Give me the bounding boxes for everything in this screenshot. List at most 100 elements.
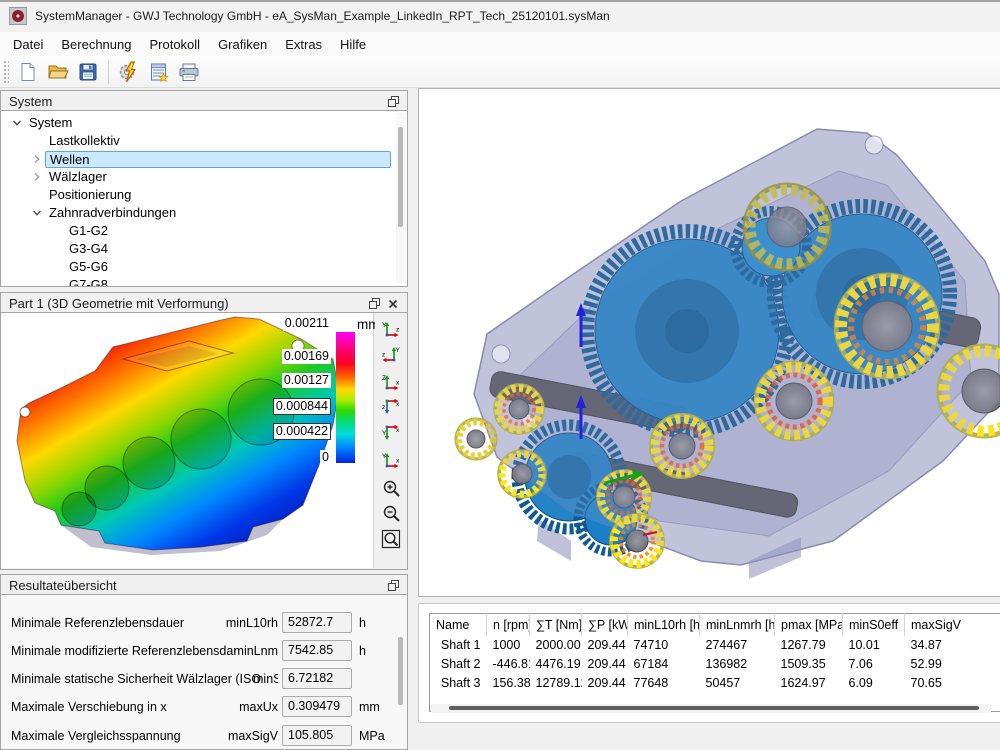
- col-n-rpm[interactable]: n [rpm]: [487, 614, 530, 636]
- toolbar-drag-handle[interactable]: [3, 60, 9, 84]
- col-mins0eff[interactable]: minS0eff: [843, 614, 905, 636]
- float-panel-icon[interactable]: [385, 94, 401, 109]
- system-panel-header: System: [0, 90, 408, 111]
- deformation-view-panel: 0.00211 0.00169 0.00127 0.000844 0.00042…: [0, 313, 408, 570]
- save-button[interactable]: [73, 58, 103, 86]
- new-file-icon: [18, 62, 38, 82]
- system-tree: System Lastkollektiv Wellen Wälzlager Po…: [0, 111, 408, 287]
- chevron-down-icon[interactable]: [29, 205, 45, 221]
- run-calculation-button[interactable]: [114, 58, 144, 86]
- col-sum-t[interactable]: ∑T [Nm]: [530, 614, 582, 636]
- selected-tree-item: Wellen: [45, 151, 391, 168]
- svg-text:Y: Y: [396, 347, 401, 354]
- float-panel-icon[interactable]: [366, 296, 382, 311]
- table-row-shaft1[interactable]: Shaft 1 1000 2000.00 209.44 74710 274467…: [430, 636, 1000, 655]
- menu-berechnung[interactable]: Berechnung: [52, 34, 140, 55]
- tree-item-waelzlager[interactable]: Wälzlager: [1, 168, 407, 186]
- print-icon: [178, 62, 200, 82]
- colorbar-label: 0.00127: [282, 373, 331, 388]
- menu-protokoll[interactable]: Protokoll: [140, 34, 209, 55]
- tree-item-zahnradverbindungen[interactable]: Zahnradverbindungen: [1, 204, 407, 222]
- toolbar-separator: [108, 60, 109, 84]
- tree-item-g3-g4[interactable]: G3-G4: [1, 240, 407, 258]
- tree-item-system[interactable]: System: [1, 114, 407, 132]
- housing-front-face: [474, 129, 999, 565]
- app-window: SystemManager - GWJ Technology GmbH - eA…: [0, 0, 1000, 750]
- svg-text:Z: Z: [382, 375, 386, 382]
- deformation-3d-view[interactable]: 0.00211 0.00169 0.00127 0.000844 0.00042…: [1, 313, 374, 568]
- menu-datei[interactable]: Datei: [4, 34, 52, 55]
- tree-scrollbar[interactable]: [396, 113, 406, 283]
- open-file-button[interactable]: [43, 58, 73, 86]
- col-maxsigv[interactable]: maxSigV: [905, 614, 1000, 636]
- result-value-field: 7542.85: [282, 640, 352, 661]
- view-bottom-icon[interactable]: Yx: [380, 451, 402, 471]
- menu-hilfe[interactable]: Hilfe: [331, 34, 375, 55]
- svg-text:x: x: [396, 427, 400, 434]
- tree-item-wellen[interactable]: Wellen: [1, 150, 407, 168]
- zoom-fit-icon[interactable]: [380, 529, 402, 549]
- close-icon[interactable]: [385, 296, 401, 311]
- shaft-table-card: Name n [rpm] ∑T [Nm] ∑P [kW] minL10rh [h…: [418, 603, 1000, 723]
- colorbar-label: 0.00169: [282, 349, 331, 364]
- print-button[interactable]: [174, 58, 204, 86]
- title-bar: SystemManager - GWJ Technology GmbH - eA…: [0, 0, 1000, 30]
- svg-text:Y: Y: [382, 453, 387, 460]
- tree-item-positionierung[interactable]: Positionierung: [1, 186, 407, 204]
- menu-extras[interactable]: Extras: [276, 34, 331, 55]
- zoom-in-icon[interactable]: [380, 478, 402, 498]
- colorbar-label: 0: [320, 450, 331, 465]
- view-right-icon[interactable]: zx: [380, 396, 402, 416]
- report-button[interactable]: [144, 58, 174, 86]
- result-row: Minimale statische Sicherheit Wälzlager …: [1, 670, 407, 692]
- view-toolbar: Yz Yz Zx zx Yx Yx: [375, 313, 407, 568]
- table-header-row: Name n [rpm] ∑T [Nm] ∑P [kW] minL10rh [h…: [430, 614, 1000, 636]
- part1-panel-title: Part 1 (3D Geometrie mit Verformung): [9, 296, 229, 311]
- chevron-down-icon[interactable]: [9, 115, 25, 131]
- tree-item-lastkollektiv[interactable]: Lastkollektiv: [1, 132, 407, 150]
- app-icon: [9, 7, 27, 25]
- svg-text:Y: Y: [382, 430, 387, 437]
- new-file-button[interactable]: [13, 58, 43, 86]
- result-row: Minimale modifizierte Referenzlebensdaue…: [1, 642, 407, 664]
- float-panel-icon[interactable]: [385, 578, 401, 593]
- svg-text:z: z: [382, 404, 385, 411]
- result-value-field: 6.72182: [282, 668, 352, 689]
- col-minl10rh[interactable]: minL10rh [h]: [628, 614, 700, 636]
- result-value-field: 0.309479: [282, 696, 352, 717]
- view-left-icon[interactable]: Zx: [380, 373, 402, 393]
- save-icon: [78, 62, 98, 82]
- chevron-right-icon[interactable]: [29, 151, 45, 167]
- colorbar-label: 0.00211: [283, 316, 331, 331]
- calculate-icon: [118, 61, 140, 83]
- result-value-field: 52872.7: [282, 612, 352, 633]
- svg-text:x: x: [396, 401, 400, 408]
- svg-text:x: x: [396, 458, 400, 465]
- col-pmax[interactable]: pmax [MPa]: [775, 614, 843, 636]
- col-sum-p[interactable]: ∑P [kW]: [582, 614, 628, 636]
- main-3d-viewport[interactable]: [418, 88, 1000, 597]
- zoom-out-icon[interactable]: [380, 503, 402, 523]
- tree-item-g7-g8[interactable]: G7-G8: [1, 276, 407, 287]
- gearbox-render: [419, 89, 1000, 596]
- results-scrollbar[interactable]: [396, 597, 406, 748]
- col-name[interactable]: Name: [430, 614, 487, 636]
- result-row: Maximale Vergleichsspannung maxSigV 105.…: [1, 727, 407, 749]
- table-row-shaft2[interactable]: Shaft 2 -446.81 4476.19 209.44 67184 136…: [430, 655, 1000, 674]
- view-front-icon[interactable]: Yz: [380, 320, 402, 340]
- view-back-icon[interactable]: Yz: [380, 345, 402, 365]
- table-horizontal-scrollbar[interactable]: [431, 704, 991, 713]
- svg-text:z: z: [396, 327, 399, 334]
- menu-grafiken[interactable]: Grafiken: [209, 34, 276, 55]
- chevron-right-icon[interactable]: [29, 169, 45, 185]
- window-title: SystemManager - GWJ Technology GmbH - eA…: [35, 9, 610, 23]
- result-row: Maximale Verschiebung in x maxUx 0.30947…: [1, 698, 407, 720]
- tree-item-g1-g2[interactable]: G1-G2: [1, 222, 407, 240]
- shaft-table: Name n [rpm] ∑T [Nm] ∑P [kW] minL10rh [h…: [429, 613, 1000, 712]
- table-row-shaft3[interactable]: Shaft 3 156.38 12789.12 209.44 77648 504…: [430, 674, 1000, 693]
- tree-item-g5-g6[interactable]: G5-G6: [1, 258, 407, 276]
- col-minlnmrh[interactable]: minLnmrh [h]: [700, 614, 775, 636]
- view-top-icon[interactable]: Yx: [380, 422, 402, 442]
- svg-text:z: z: [382, 352, 385, 359]
- part1-panel-header: Part 1 (3D Geometrie mit Verformung): [0, 292, 408, 313]
